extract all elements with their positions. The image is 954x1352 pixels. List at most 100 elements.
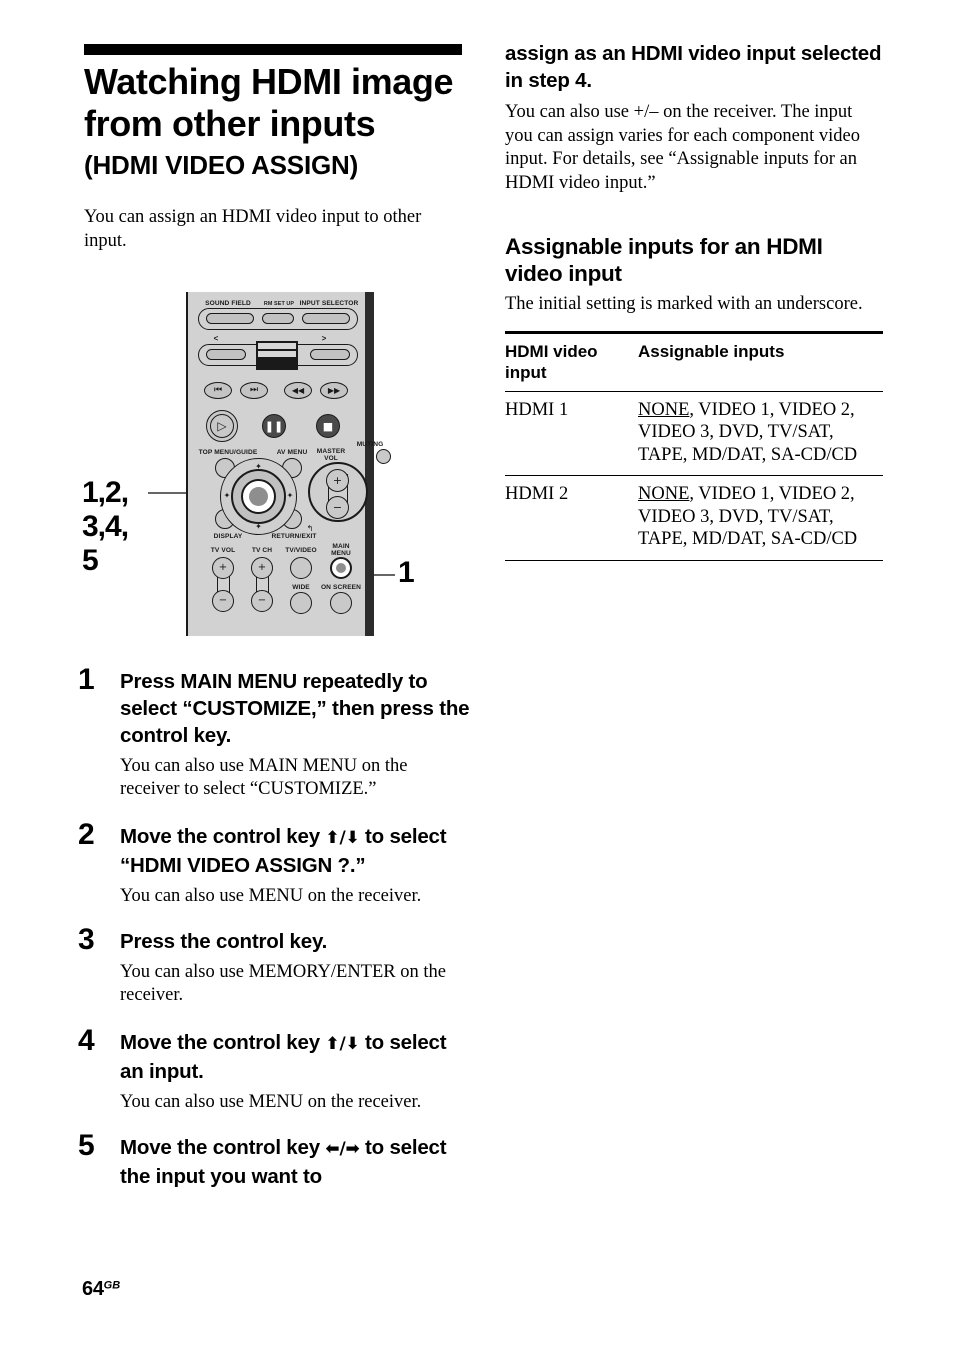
label-display: DISPLAY	[213, 533, 243, 540]
rewind-icon: ◀◀	[291, 385, 305, 395]
prev-button[interactable]	[206, 349, 246, 360]
table-row: HDMI 1 NONE, VIDEO 1, VIDEO 2, VIDEO 3, …	[505, 391, 883, 476]
step-5-arrows-icon: ⬅/➡	[325, 1139, 360, 1159]
right-column: assign as an HDMI video input selected i…	[505, 40, 883, 561]
step-1-heading: Press MAIN MENU repeatedly to select “CU…	[120, 670, 470, 747]
tv-ch-plus-icon: +	[257, 562, 267, 573]
step-4-number: 4	[78, 1024, 95, 1057]
left-column: Watching HDMI image from other inputs (H…	[84, 44, 464, 253]
slider-segment-1	[258, 343, 296, 349]
label-sound-field: SOUND FIELD	[205, 300, 251, 307]
step-2: 2 Move the control key ⬆/⬇ to select “HD…	[78, 819, 470, 908]
step-4-body: You can also use MENU on the receiver.	[120, 1092, 422, 1112]
main-menu-button-center[interactable]	[336, 563, 346, 573]
skip-back-icon: ⏮	[213, 385, 223, 395]
on-screen-button[interactable]	[330, 592, 352, 614]
label-main-menu-line1: MAIN	[332, 543, 350, 550]
tv-video-button[interactable]	[290, 557, 312, 579]
step-4-heading: Move the control key ⬆/⬇ to select an in…	[120, 1029, 470, 1085]
intro-paragraph: You can assign an HDMI video input to ot…	[84, 207, 422, 251]
label-av-menu: AV MENU	[276, 449, 308, 456]
callout-control-key-line1: 1,2,	[82, 476, 129, 509]
control-key-up-icon: ✦	[255, 461, 262, 471]
assignable-inputs-table: HDMI video input Assignable inputs HDMI …	[505, 330, 883, 561]
label-main-menu: MAIN MENU	[331, 543, 351, 557]
control-key-center[interactable]	[249, 487, 268, 506]
next-button[interactable]	[310, 349, 350, 360]
step-2-body: You can also use MENU on the receiver.	[120, 886, 422, 906]
page-region-code: GB	[103, 1279, 121, 1292]
tv-vol-minus-icon: −	[218, 595, 228, 606]
tv-ch-minus-icon: −	[257, 595, 267, 606]
title-rule	[84, 44, 462, 55]
step-1-body: You can also use MAIN MENU on the receiv…	[120, 756, 408, 799]
wide-button[interactable]	[290, 592, 312, 614]
master-volume-minus-icon: −	[332, 501, 343, 514]
continuation-body: You can also use +/– on the receiver. Th…	[505, 102, 860, 193]
return-arrow-icon: ↰	[306, 524, 314, 533]
step-2-heading: Move the control key ⬆/⬇ to select “HDMI…	[120, 823, 470, 879]
page-footer: 64GB	[82, 1278, 120, 1301]
control-key-down-icon: ✦	[255, 521, 262, 531]
stop-icon: ■	[322, 419, 334, 433]
page-title-line2: from other inputs	[84, 103, 376, 144]
default-value-hdmi-2: NONE	[638, 484, 690, 504]
label-master-vol-line1: MASTER	[316, 448, 346, 455]
control-key-right-icon: ✦	[286, 491, 294, 500]
callout-control-key-line2: 3,4,	[82, 510, 129, 543]
remote-control-figure: 1,2, 3,4, 5 1 SOUND FIELD RM SET UP INPU…	[76, 286, 496, 646]
label-prev-arrow: <	[213, 334, 219, 343]
label-tv-vol: TV VOL	[210, 547, 236, 554]
sound-field-button[interactable]	[206, 313, 254, 324]
label-tv-video: TV/VIDEO	[285, 547, 317, 554]
table-cell-input-hdmi-1: HDMI 1	[505, 391, 638, 476]
step-2-arrows-icon: ⬆/⬇	[325, 828, 360, 848]
step-3: 3 Press the control key. You can also us…	[78, 924, 470, 1007]
page-number: 64	[82, 1278, 104, 1300]
step-3-number: 3	[78, 923, 95, 956]
step-4: 4 Move the control key ⬆/⬇ to select an …	[78, 1025, 470, 1114]
callout-control-key: 1,2, 3,4, 5	[82, 476, 129, 577]
label-rm-set-up: RM SET UP	[263, 301, 295, 307]
muting-button[interactable]	[376, 449, 391, 464]
table-cell-assignable-hdmi-2: NONE, VIDEO 1, VIDEO 2, VIDEO 3, DVD, TV…	[638, 475, 883, 561]
rm-set-up-button[interactable]	[262, 313, 294, 324]
control-key-left-icon: ✦	[223, 491, 231, 500]
step-5-heading-pre: Move the control key	[120, 1136, 326, 1159]
label-muting: MUTING	[356, 441, 384, 448]
table-header-assignable-inputs: Assignable inputs	[638, 330, 883, 392]
step-5-heading: Move the control key ⬅/➡ to select the i…	[120, 1134, 470, 1190]
step-4-arrows-icon: ⬆/⬇	[325, 1034, 360, 1054]
step-1: 1 Press MAIN MENU repeatedly to select “…	[78, 664, 470, 801]
callout-control-key-line3: 5	[82, 544, 99, 577]
master-volume-plus-icon: +	[332, 474, 343, 487]
step-1-number: 1	[78, 663, 95, 696]
callout-main-menu: 1	[398, 556, 415, 589]
table-header-hdmi-video-input: HDMI video input	[505, 330, 638, 392]
table-body: HDMI 1 NONE, VIDEO 1, VIDEO 2, VIDEO 3, …	[505, 391, 883, 561]
table-head: HDMI video input Assignable inputs	[505, 330, 883, 392]
table-cell-assignable-hdmi-1: NONE, VIDEO 1, VIDEO 2, VIDEO 3, DVD, TV…	[638, 391, 883, 476]
step-2-number: 2	[78, 818, 95, 851]
table-header-row: HDMI video input Assignable inputs	[505, 330, 883, 392]
remote-right-edge	[365, 292, 374, 636]
slider-segment-2	[258, 351, 296, 357]
default-value-hdmi-1: NONE	[638, 399, 690, 420]
step-2-heading-pre: Move the control key	[120, 825, 326, 848]
label-next-arrow: >	[321, 334, 327, 343]
tv-vol-plus-icon: +	[218, 562, 228, 573]
step-5: 5 Move the control key ⬅/➡ to select the…	[78, 1130, 470, 1190]
section-heading: Assignable inputs for an HDMI video inpu…	[505, 234, 823, 286]
label-input-selector: INPUT SELECTOR	[299, 300, 359, 307]
section-subtext: The initial setting is marked with an un…	[505, 294, 863, 314]
pause-icon: ❚❚	[264, 419, 284, 433]
input-selector-button[interactable]	[302, 313, 350, 324]
page-subtitle: (HDMI VIDEO ASSIGN)	[84, 150, 359, 180]
label-master-vol: MASTER VOL	[317, 448, 345, 462]
continuation-heading: assign as an HDMI video input selected i…	[505, 42, 882, 92]
label-return-exit: RETURN/EXIT	[271, 533, 317, 540]
page-title: Watching HDMI image from other inputs	[84, 61, 464, 145]
manual-page: Watching HDMI image from other inputs (H…	[0, 0, 954, 1352]
play-icon: ▷	[217, 419, 227, 433]
page-title-line1: Watching HDMI image	[84, 61, 454, 102]
